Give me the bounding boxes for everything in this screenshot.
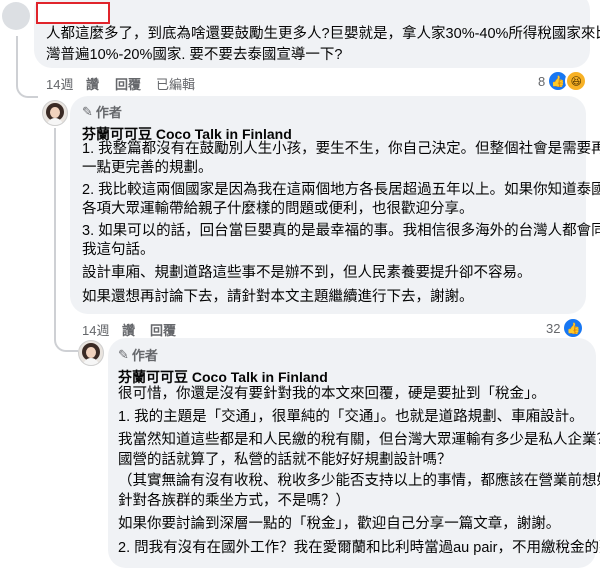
reaction-count: 32: [546, 320, 561, 336]
comment-time[interactable]: 14週: [46, 74, 73, 93]
like-button[interactable]: 讚: [86, 74, 99, 93]
comment-text-line: （其實無論有沒有收稅、稅收多少能否支持以上的事情，都應該在營業前想好: [118, 473, 600, 489]
comment-text-line: 如果你要討論到深層一點的「稅金」，歡迎自己分享一篇文章，謝謝。: [118, 516, 561, 532]
reply-button[interactable]: 回覆: [150, 320, 176, 339]
comment-text-line: 3. 如果可以的話，回台當巨嬰真的是最幸福的事。我相信很多海外的台灣人都會同意: [82, 223, 600, 239]
thread-connector: [16, 36, 38, 98]
comment-text-line: 國營的話就算了，私營的話就不能好好規劃設計嗎？: [118, 452, 452, 468]
comment-text-line: 我當然知道這些都是和人民繳的稅有關，但台灣大眾運輸有多少是私人企業？: [118, 432, 600, 448]
haha-icon: 😆: [565, 70, 588, 92]
reaction-count: 8: [538, 73, 546, 89]
comment-text-line: 設計車廂、規劃道路這些事不是辦不到，但人民素養要提升卻不容易。: [82, 265, 532, 281]
author-avatar[interactable]: [42, 100, 68, 126]
comment-text-line: 如果還想再討論下去，請針對本文主題繼續進行下去，謝謝。: [82, 289, 474, 305]
edited-label[interactable]: 已編輯: [156, 74, 195, 93]
comment-text-line: 灣普遍10%-20%國家. 要不要去泰國宣導一下?: [46, 47, 343, 63]
author-badge: ✎ 作者: [118, 346, 158, 364]
comment-time[interactable]: 14週: [82, 320, 109, 339]
comment-text-line: 針對各族群的乘坐方式，不是嗎？）: [118, 493, 350, 509]
comment-text-line: 1. 我整篇都沒有在鼓勵別人生小孩，要生不生，你自己決定。但整個社會是需要再多: [82, 141, 600, 157]
commenter-avatar[interactable]: [2, 2, 30, 30]
comment-text-line: 1. 我的主題是「交通」，很單純的「交通」。也就是道路規劃、車廂設計。: [118, 409, 584, 425]
comment-text-line: 2. 問我有沒有在國外工作？我在愛爾蘭和比利時當過au pair，不用繳稅金的那: [118, 540, 600, 556]
author-avatar[interactable]: [78, 340, 104, 366]
like-button[interactable]: 讚: [122, 320, 135, 339]
comment-text-line: 2. 我比較這兩個國家是因為我在這兩個地方各長居超過五年以上。如果你知道泰國的: [82, 182, 600, 198]
comment-text-line: 各項大眾運輸帶給親子什麼樣的問題或便利，也很歡迎分享。: [82, 201, 474, 217]
comment-text-line: 我這句話。: [82, 242, 155, 258]
like-icon: 👍: [562, 317, 585, 339]
comment-text-line: 人都這麼多了，到底為啥還要鼓勵生更多人?巨嬰就是，拿人家30%-40%所得稅國家…: [46, 26, 600, 42]
redacted-commenter-name: [36, 2, 110, 24]
author-badge: ✎ 作者: [82, 103, 122, 121]
pen-icon: ✎: [118, 346, 129, 362]
reply-button[interactable]: 回覆: [115, 74, 141, 93]
reaction-summary[interactable]: 32 👍: [546, 317, 585, 339]
pen-icon: ✎: [82, 103, 93, 119]
thread-connector: [54, 128, 78, 352]
comment-text-line: 一點更完善的規劃。: [82, 160, 213, 176]
comment-text-line: 很可惜，你還是沒有要針對我的本文來回覆，硬是要扯到「稅金」。: [118, 386, 546, 402]
reaction-summary[interactable]: 8 👍 😆: [538, 70, 588, 92]
